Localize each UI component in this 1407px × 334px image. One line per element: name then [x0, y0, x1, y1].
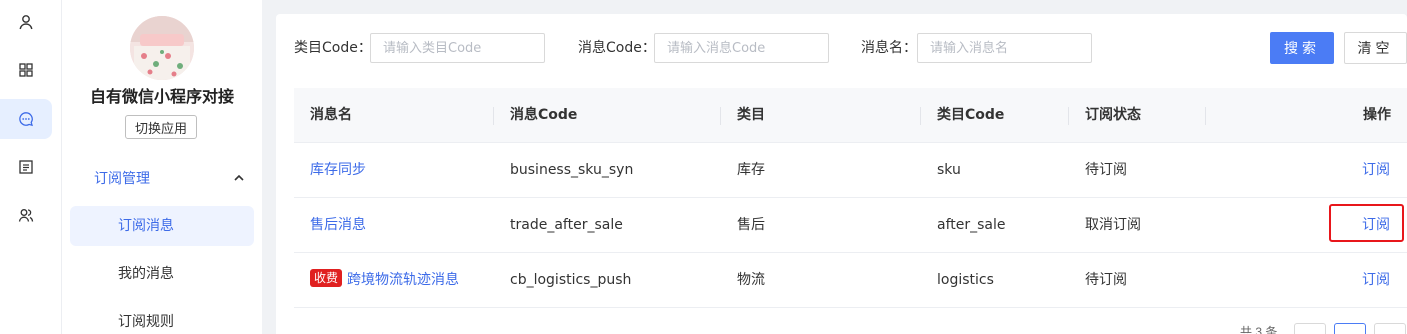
pagination-total: 共 3 条	[1240, 325, 1278, 334]
column-header-status: 订阅状态	[1085, 107, 1141, 123]
menu-group-subscription[interactable]: 订阅管理	[94, 167, 244, 189]
table-row: 售后消息 trade_after_sale 售后 after_sale 取消订阅…	[294, 198, 1407, 253]
message-name-input[interactable]	[917, 33, 1092, 63]
column-divider	[920, 107, 921, 125]
pagination-prev-button[interactable]	[1294, 323, 1326, 334]
rail-users-button[interactable]	[0, 195, 52, 235]
switch-app-button[interactable]: 切换应用	[125, 115, 197, 139]
status-cell: 待订阅	[1085, 162, 1127, 178]
rail-apps-button[interactable]	[0, 50, 52, 90]
app-avatar-image	[130, 16, 194, 80]
message-name-link[interactable]: 跨境物流轨迹消息	[347, 272, 459, 288]
message-name-cell: 收费 跨境物流轨迹消息	[310, 253, 459, 308]
message-icon	[19, 112, 33, 127]
table-row: 库存同步 business_sku_syn 库存 sku 待订阅 订阅	[294, 143, 1407, 198]
menu-item-subscribe-message[interactable]: 订阅消息	[70, 206, 254, 246]
pagination-page-button[interactable]	[1334, 323, 1366, 334]
table-header: 消息名 消息Code 类目 类目Code 订阅状态 操作	[294, 88, 1407, 143]
status-cell: 待订阅	[1085, 272, 1127, 288]
message-code-cell: cb_logistics_push	[510, 272, 632, 288]
category-cell: 售后	[737, 217, 765, 233]
rail-user-button[interactable]	[0, 2, 52, 42]
search-button[interactable]: 搜索	[1270, 32, 1334, 64]
app-sidebar: 自有微信小程序对接 切换应用 订阅管理 订阅消息 我的消息 订阅规则	[62, 0, 262, 334]
highlight-annotation	[1329, 204, 1404, 242]
category-code-input[interactable]	[370, 33, 545, 63]
message-name-link[interactable]: 售后消息	[310, 198, 366, 253]
list-icon	[19, 160, 33, 174]
menu-item-subscribe-rules[interactable]: 订阅规则	[70, 302, 254, 334]
category-code-cell: sku	[937, 162, 961, 178]
column-header-category-code: 类目Code	[937, 107, 1005, 123]
paid-badge: 收费	[310, 269, 343, 287]
column-header-category: 类目	[737, 107, 765, 123]
column-divider	[1068, 107, 1069, 125]
message-code-cell: business_sku_syn	[510, 162, 634, 178]
chevron-up-icon	[234, 175, 244, 181]
table-row: 收费 跨境物流轨迹消息 cb_logistics_push 物流 logistic…	[294, 253, 1407, 308]
message-name-link[interactable]: 库存同步	[310, 143, 366, 198]
column-divider	[493, 107, 494, 125]
column-header-name: 消息名	[310, 107, 352, 123]
column-divider	[1205, 107, 1206, 125]
clear-button[interactable]: 清空	[1344, 32, 1407, 64]
column-divider	[720, 107, 721, 125]
message-code-cell: trade_after_sale	[510, 217, 623, 233]
app-avatar	[130, 16, 194, 80]
icon-rail	[0, 0, 62, 334]
pagination-next-button[interactable]	[1374, 323, 1406, 334]
message-code-label: 消息Code：	[578, 40, 656, 56]
menu-item-my-messages[interactable]: 我的消息	[70, 254, 254, 294]
category-cell: 物流	[737, 272, 765, 288]
users-icon	[18, 209, 34, 222]
rail-message-button[interactable]	[0, 99, 52, 139]
category-code-cell: after_sale	[937, 217, 1006, 233]
column-header-code: 消息Code	[510, 107, 578, 123]
status-cell: 取消订阅	[1085, 217, 1141, 233]
rail-list-button[interactable]	[0, 147, 52, 187]
message-code-input[interactable]	[654, 33, 829, 63]
message-name-label: 消息名：	[861, 40, 917, 56]
subscribe-link[interactable]: 订阅	[1362, 253, 1390, 308]
category-code-label: 类目Code：	[294, 40, 372, 56]
column-header-action: 操作	[1363, 107, 1391, 123]
subscribe-link[interactable]: 订阅	[1362, 143, 1390, 198]
category-cell: 库存	[737, 162, 765, 178]
category-code-cell: logistics	[937, 272, 994, 288]
user-icon	[19, 15, 33, 30]
menu-group-label: 订阅管理	[94, 171, 150, 187]
apps-grid-icon	[19, 63, 33, 77]
app-name: 自有微信小程序对接	[89, 87, 234, 106]
